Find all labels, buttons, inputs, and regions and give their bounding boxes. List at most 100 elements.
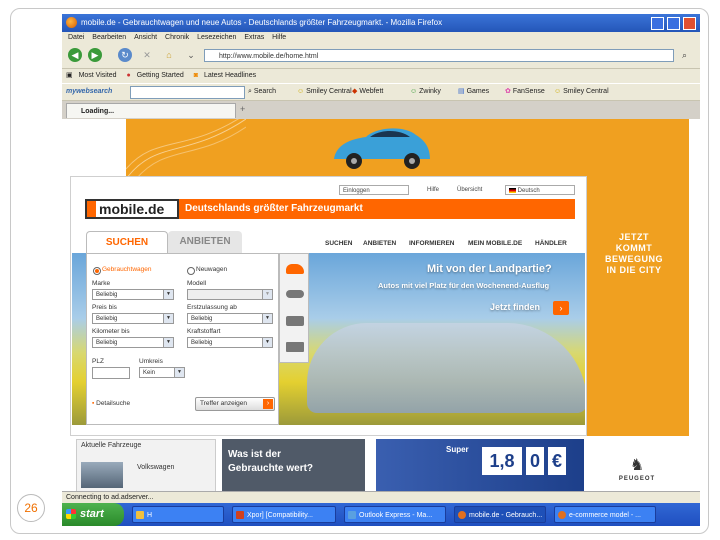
current-vehicles-heading: Aktuelle Fahrzeuge <box>81 442 142 449</box>
select-fuel[interactable]: Beliebig ▼ <box>187 337 273 348</box>
help-link[interactable]: Hilfe <box>427 185 439 195</box>
label-used-cars: Gebrauchtwagen <box>102 266 152 273</box>
taskbar-item-label: e-commerce model - ... <box>569 512 641 519</box>
select-radius[interactable]: Kein ▼ <box>139 367 185 378</box>
select-price[interactable]: Beliebig ▼ <box>92 313 174 324</box>
toolbar-item[interactable]: ☺ Zwinky <box>410 84 441 100</box>
select-mileage[interactable]: Beliebig ▼ <box>92 337 174 348</box>
select-make[interactable]: Beliebig ▼ <box>92 289 174 300</box>
firefox-icon <box>558 511 566 519</box>
overview-link[interactable]: Übersicht <box>457 185 482 195</box>
nav-inform[interactable]: INFORMIEREN <box>409 239 455 249</box>
tab-bar: Loading... + <box>62 101 700 119</box>
car-icon[interactable] <box>286 264 304 274</box>
status-bar: Connecting to ad.adserver... <box>62 491 700 503</box>
truck-icon[interactable] <box>286 342 304 352</box>
chevron-down-icon: ▼ <box>163 290 173 299</box>
nav-dealer[interactable]: HÄNDLER <box>535 239 567 249</box>
bookmark-latest-headlines[interactable]: ◙ Latest Headlines <box>190 69 256 83</box>
toolbar-item[interactable]: ✿ FanSense <box>505 84 545 100</box>
tab-offer[interactable]: ANBIETEN <box>168 231 242 253</box>
detail-search-link[interactable]: ▪ Detailsuche <box>92 400 130 407</box>
toolbar-item[interactable]: ☺ Smiley Central <box>554 84 609 100</box>
browser-tab[interactable]: Loading... <box>66 103 236 118</box>
taskbar-item[interactable]: Outlook Express - Ma... <box>344 506 446 523</box>
site-slogan: Deutschlands größter Fahrzeugmarkt <box>179 199 575 219</box>
taskbar-item[interactable]: Xpor] [Compatibility... <box>232 506 336 523</box>
reload-icon[interactable]: ↻ <box>118 48 132 62</box>
show-results-button[interactable]: Treffer anzeigen › <box>195 397 275 411</box>
toolbar-search-label: Search <box>253 88 277 95</box>
bookmark-label: Latest Headlines <box>203 72 257 79</box>
vehicle-name[interactable]: Volkswagen <box>137 464 174 471</box>
caravan-icon[interactable] <box>286 316 304 326</box>
fuel-price-teaser[interactable]: Super 1,8 0 € <box>376 439 584 491</box>
fuel-price-decimal: 0 <box>526 447 544 475</box>
taskbar-item[interactable]: e-commerce model - ... <box>554 506 656 523</box>
vehicle-thumbnail[interactable] <box>81 462 123 488</box>
url-bar[interactable]: http://www.mobile.de/home.html <box>204 49 674 62</box>
bookmark-getting-started[interactable]: ● Getting Started <box>123 69 184 83</box>
radio-new-cars[interactable] <box>187 267 195 275</box>
menu-bookmarks[interactable]: Lesezeichen <box>197 32 236 44</box>
bookmark-label: Most Visited <box>78 72 117 79</box>
mobile-de-logo[interactable]: mobile.de <box>85 199 179 219</box>
show-results-label: Treffer anzeigen <box>200 400 247 407</box>
taskbar-item-active[interactable]: mobile.de - Gebrauch... <box>454 506 546 523</box>
toolbar-search-input[interactable] <box>130 86 245 99</box>
motorbike-icon[interactable] <box>286 290 304 298</box>
ad-headline-line: IN DIE CITY <box>606 265 662 275</box>
value-teaser[interactable]: Was ist der Gebrauchte wert? <box>222 439 365 491</box>
home-icon[interactable]: ⌂ <box>162 48 176 62</box>
language-select[interactable]: Deutsch <box>505 185 575 195</box>
hero-cta-arrow-icon[interactable]: › <box>553 301 569 315</box>
german-flag-icon <box>509 187 516 193</box>
new-tab-icon[interactable]: + <box>240 104 245 114</box>
start-button[interactable]: start <box>62 503 124 526</box>
toolbar-item[interactable]: ▤ Games <box>458 84 489 100</box>
hero-cta-text[interactable]: Jetzt finden <box>490 302 540 312</box>
nav-my-mobile[interactable]: MEIN MOBILE.DE <box>468 239 522 249</box>
maximize-icon[interactable] <box>666 17 680 30</box>
tab-search[interactable]: SUCHEN <box>86 231 168 254</box>
forward-icon[interactable]: ▶ <box>88 48 102 62</box>
nav-search[interactable]: SUCHEN <box>325 239 352 249</box>
label-fuel: Kraftstoffart <box>187 328 221 335</box>
toolbar-item[interactable]: ◆ Webfett <box>352 84 383 100</box>
close-icon[interactable] <box>683 17 696 30</box>
windows-taskbar: start H Xpor] [Compatibility... Outlook … <box>62 503 700 526</box>
label-make: Marke <box>92 280 111 287</box>
nav-offer[interactable]: ANBIETEN <box>363 239 396 249</box>
menu-edit[interactable]: Bearbeiten <box>92 32 126 44</box>
back-icon[interactable]: ◀ <box>68 48 82 62</box>
toolbar-search-button[interactable]: ⌕ Search <box>248 84 276 100</box>
chevron-down-icon: ▼ <box>174 368 184 377</box>
select-first-registration[interactable]: Beliebig ▼ <box>187 313 273 324</box>
label-new-cars: Neuwagen <box>196 266 228 273</box>
toolbar-item[interactable]: ☺ Smiley Central <box>297 84 352 100</box>
peugeot-logo[interactable]: ♞ PEUGEOT <box>610 456 664 491</box>
browser-screenshot: mobile.de - Gebrauchtwagen und neue Auto… <box>62 14 700 526</box>
menu-file[interactable]: Datei <box>68 32 84 44</box>
logo-bar <box>87 201 96 217</box>
label-first-registration: Erstzulassung ab <box>187 304 237 311</box>
toolbar-item-label: Webfett <box>359 88 384 95</box>
slide-number: 26 <box>17 494 45 522</box>
menu-history[interactable]: Chronik <box>165 32 189 44</box>
menu-help[interactable]: Hilfe <box>272 32 286 44</box>
menu-tools[interactable]: Extras <box>244 32 264 44</box>
radio-used-cars[interactable] <box>93 267 101 275</box>
login-select[interactable]: Einloggen <box>339 185 409 195</box>
taskbar-item[interactable]: H <box>132 506 224 523</box>
page-search-icon[interactable]: ⌕ <box>682 50 687 61</box>
mywebsearch-logo: mywebsearch <box>66 88 113 95</box>
navigation-toolbar: ◀ ▶ ↻ ✕ ⌂ ⌄ http://www.mobile.de/home.ht… <box>62 44 700 69</box>
zip-input[interactable] <box>92 367 130 379</box>
stop-icon[interactable]: ✕ <box>140 48 154 62</box>
taskbar-item-label: Xpor] [Compatibility... <box>247 512 314 519</box>
dropdown-icon[interactable]: ⌄ <box>184 48 198 62</box>
menu-view[interactable]: Ansicht <box>134 32 157 44</box>
minimize-icon[interactable] <box>650 17 664 30</box>
select-model[interactable]: ▼ <box>187 289 273 300</box>
bookmark-most-visited[interactable]: ▣ Most Visited <box>66 69 117 83</box>
